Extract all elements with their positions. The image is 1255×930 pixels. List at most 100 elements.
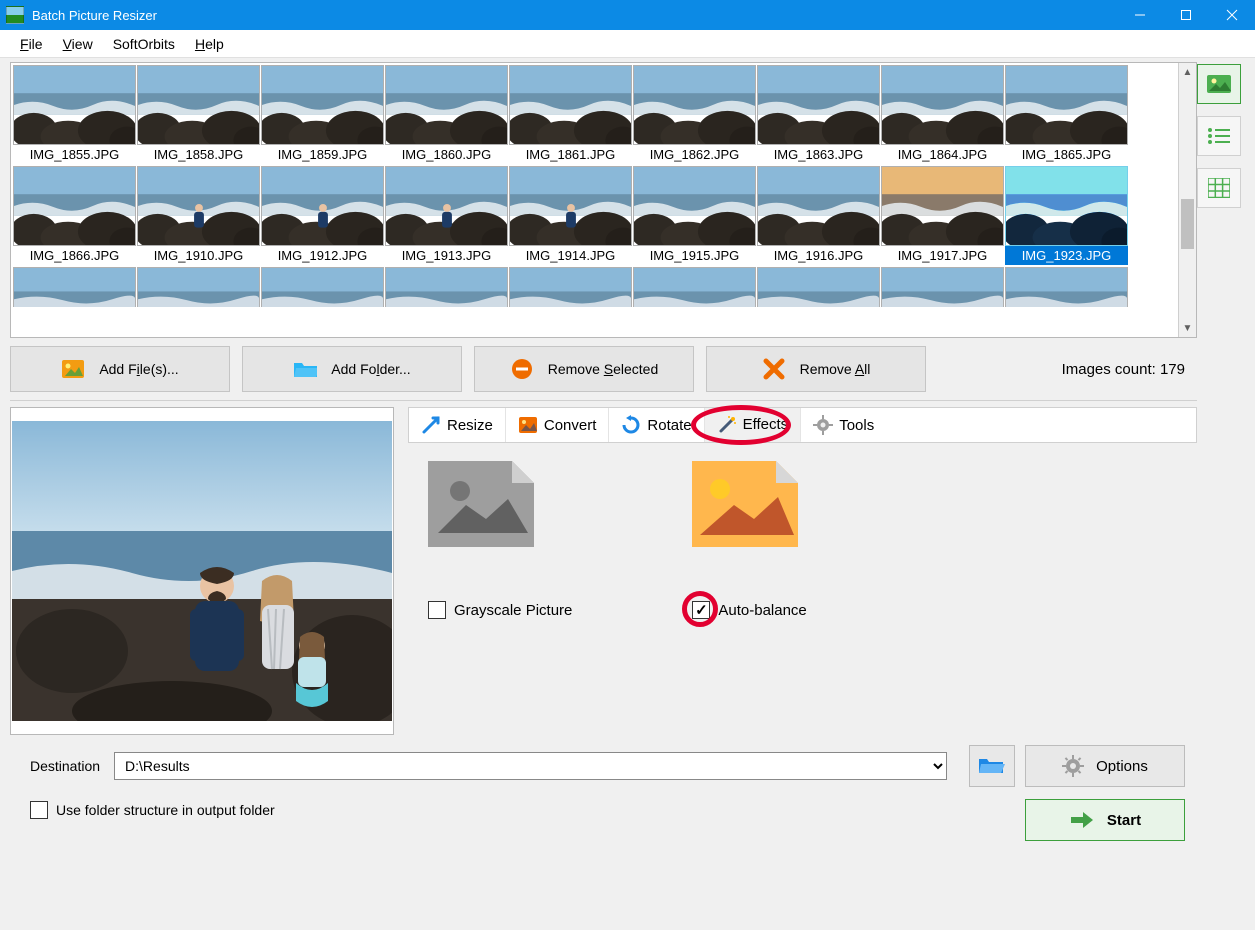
autobalance-label: Auto-balance [718,602,806,619]
minimize-button[interactable] [1117,0,1163,30]
thumbnail[interactable]: IMG_1859.JPG [261,65,384,164]
thumbnail[interactable]: IMG_1863.JPG [757,65,880,164]
thumbnail[interactable] [757,267,880,307]
thumbnail[interactable]: IMG_1912.JPG [261,166,384,265]
view-mode-rail [1197,58,1255,845]
thumbnail[interactable]: IMG_1923.JPG [1005,166,1128,265]
scroll-handle[interactable] [1181,199,1194,249]
thumbnail[interactable]: IMG_1914.JPG [509,166,632,265]
thumbnail[interactable]: IMG_1915.JPG [633,166,756,265]
destination-label: Destination [30,758,100,774]
thumbnail[interactable]: IMG_1855.JPG [13,65,136,164]
thumbnail-label: IMG_1860.JPG [385,145,508,164]
maximize-button[interactable] [1163,0,1209,30]
thumbnail[interactable]: IMG_1860.JPG [385,65,508,164]
thumbnail-image [881,166,1004,246]
options-button[interactable]: Options [1025,745,1185,787]
thumbnail[interactable]: IMG_1858.JPG [137,65,260,164]
thumbnail-image [757,166,880,246]
thumbnail[interactable] [633,267,756,307]
view-grid-button[interactable] [1197,168,1241,208]
thumbnail-label: IMG_1923.JPG [1005,246,1128,265]
tabs: Resize Convert Rotate Effects [408,407,1197,443]
thumbnail-image [757,267,880,307]
thumbnail[interactable]: IMG_1917.JPG [881,166,1004,265]
thumbnail-label: IMG_1866.JPG [13,246,136,265]
thumbnail[interactable] [509,267,632,307]
grayscale-preview [428,461,534,547]
menu-softorbits[interactable]: SoftOrbits [103,33,185,55]
thumbnail[interactable] [1005,267,1128,307]
view-list-button[interactable] [1197,116,1241,156]
images-count: Images count: 179 [1062,361,1185,378]
thumbnail[interactable] [137,267,260,307]
picture-icon [61,358,85,380]
thumbnail[interactable] [881,267,1004,307]
thumbnail-label: IMG_1912.JPG [261,246,384,265]
folder-icon [293,358,317,380]
tab-effects[interactable]: Effects [705,408,802,442]
thumbnail[interactable]: IMG_1913.JPG [385,166,508,265]
thumbnail-label: IMG_1914.JPG [509,246,632,265]
thumbnail[interactable] [13,267,136,307]
close-button[interactable] [1209,0,1255,30]
remove-all-button[interactable]: Remove All [706,346,926,392]
thumbnail-image [13,65,136,145]
thumbnail-image [633,267,756,307]
thumbnail[interactable]: IMG_1861.JPG [509,65,632,164]
add-folder-button[interactable]: Add Folder... [242,346,462,392]
thumbnail-image [261,267,384,307]
rotate-icon [621,415,641,435]
thumbnail-image [385,166,508,246]
thumbnail-label: IMG_1858.JPG [137,145,260,164]
thumbnail[interactable]: IMG_1864.JPG [881,65,1004,164]
menu-file[interactable]: File [10,33,53,55]
thumbnail[interactable] [261,267,384,307]
thumbnail-label: IMG_1865.JPG [1005,145,1128,164]
view-thumbnails-button[interactable] [1197,64,1241,104]
autobalance-preview [692,461,798,547]
thumbnail-image [509,65,632,145]
tab-rotate[interactable]: Rotate [609,408,704,442]
start-button[interactable]: Start [1025,799,1185,841]
thumbnail-gallery: IMG_1855.JPGIMG_1858.JPGIMG_1859.JPGIMG_… [10,62,1197,338]
convert-icon [518,415,538,435]
file-toolbar: Add File(s)... Add Folder... Remove Sele… [10,338,1197,400]
grayscale-checkbox[interactable] [428,601,446,619]
tab-convert[interactable]: Convert [506,408,610,442]
menu-view[interactable]: View [53,33,103,55]
thumbnail[interactable]: IMG_1916.JPG [757,166,880,265]
resize-icon [421,415,441,435]
folder-structure-checkbox[interactable] [30,801,48,819]
wand-icon [717,415,737,435]
thumbnail-image [881,267,1004,307]
gallery-scrollbar[interactable]: ▲ ▼ [1178,63,1196,337]
thumbnail-image [13,166,136,246]
browse-button[interactable] [969,745,1015,787]
thumbnail-image [1005,65,1128,145]
tab-resize[interactable]: Resize [409,408,506,442]
thumbnail-label: IMG_1855.JPG [13,145,136,164]
menubar: File View SoftOrbits Help [0,30,1255,58]
thumbnail-image [509,267,632,307]
destination-input[interactable]: D:\Results [114,752,947,780]
window-title: Batch Picture Resizer [32,8,1117,23]
thumbnail[interactable] [385,267,508,307]
start-arrow-icon [1069,810,1095,830]
thumbnail-image [261,166,384,246]
remove-selected-button[interactable]: Remove Selected [474,346,694,392]
thumbnail[interactable]: IMG_1862.JPG [633,65,756,164]
scroll-up-icon[interactable]: ▲ [1179,63,1196,81]
thumbnail-label: IMG_1863.JPG [757,145,880,164]
scroll-down-icon[interactable]: ▼ [1179,319,1196,337]
thumbnail-image [385,65,508,145]
effects-panel: Grayscale Picture [408,443,1197,735]
add-files-button[interactable]: Add File(s)... [10,346,230,392]
menu-help[interactable]: Help [185,33,234,55]
autobalance-checkbox[interactable] [692,601,710,619]
thumbnail[interactable]: IMG_1910.JPG [137,166,260,265]
thumbnail-image [509,166,632,246]
thumbnail[interactable]: IMG_1865.JPG [1005,65,1128,164]
thumbnail[interactable]: IMG_1866.JPG [13,166,136,265]
tab-tools[interactable]: Tools [801,408,886,442]
